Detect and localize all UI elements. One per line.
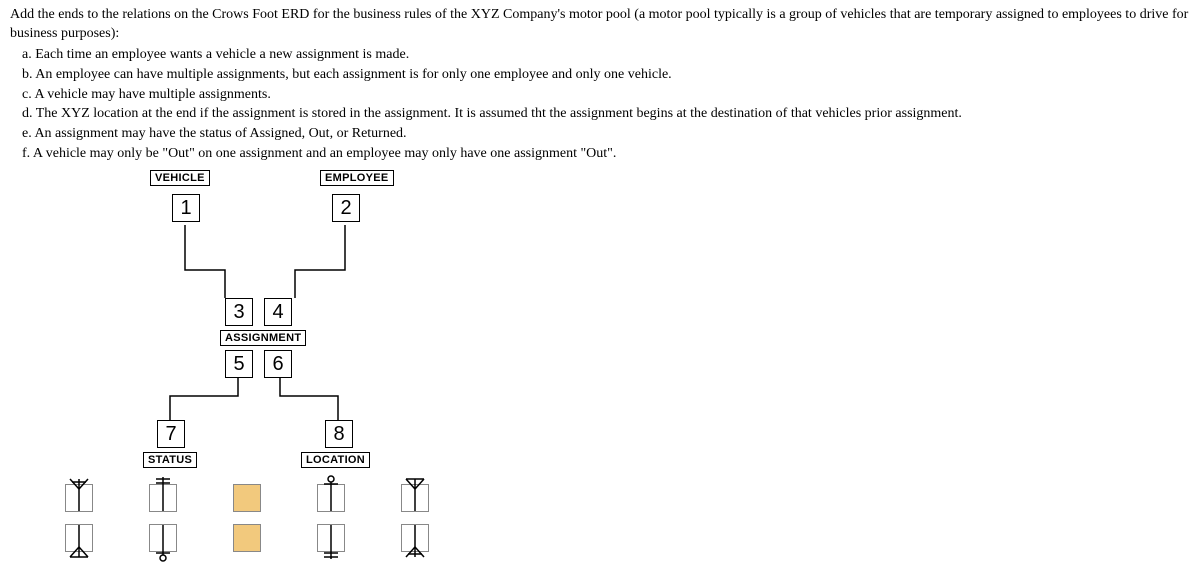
rule-c: c. A vehicle may have multiple assignmen… (22, 86, 1190, 105)
slot-6[interactable]: 6 (264, 350, 292, 378)
piece-zero-or-many-up[interactable] (401, 484, 429, 512)
crowsfoot-palette (65, 484, 1190, 552)
slot-1[interactable]: 1 (172, 194, 200, 222)
entity-location: LOCATION (301, 452, 370, 468)
rule-f: f. A vehicle may only be "Out" on one as… (22, 145, 1190, 164)
slot-5[interactable]: 5 (225, 350, 253, 378)
entity-employee: EMPLOYEE (320, 170, 394, 186)
piece-zero-or-many-down[interactable] (401, 524, 429, 552)
rule-b: b. An employee can have multiple assignm… (22, 66, 1190, 85)
rule-d: d. The XYZ location at the end if the as… (22, 105, 1190, 124)
slot-2[interactable]: 2 (332, 194, 360, 222)
entity-assignment: ASSIGNMENT (220, 330, 306, 346)
slot-3[interactable]: 3 (225, 298, 253, 326)
piece-blank-up[interactable] (233, 484, 261, 512)
slot-4[interactable]: 4 (264, 298, 292, 326)
piece-zero-or-one-up[interactable] (149, 484, 177, 512)
rule-e: e. An assignment may have the status of … (22, 125, 1190, 144)
palette-row-top (65, 484, 1190, 512)
palette-row-bottom (65, 524, 1190, 552)
entity-status: STATUS (143, 452, 197, 468)
slot-8[interactable]: 8 (325, 420, 353, 448)
rules-intro: Add the ends to the relations on the Cro… (10, 6, 1190, 44)
entity-vehicle: VEHICLE (150, 170, 210, 186)
rule-a: a. Each time an employee wants a vehicle… (22, 46, 1190, 65)
piece-one-or-many-down[interactable] (65, 524, 93, 552)
piece-one-or-many-up[interactable] (65, 484, 93, 512)
piece-one-and-only-one-up[interactable] (317, 484, 345, 512)
slot-7[interactable]: 7 (157, 420, 185, 448)
business-rules-text: Add the ends to the relations on the Cro… (10, 6, 1190, 164)
piece-blank-down[interactable] (233, 524, 261, 552)
piece-zero-or-one-down[interactable] (149, 524, 177, 552)
erd-diagram: VEHICLE 1 EMPLOYEE 2 3 4 ASSIGNMENT 5 6 … (140, 170, 1190, 480)
piece-one-and-only-one-down[interactable] (317, 524, 345, 552)
